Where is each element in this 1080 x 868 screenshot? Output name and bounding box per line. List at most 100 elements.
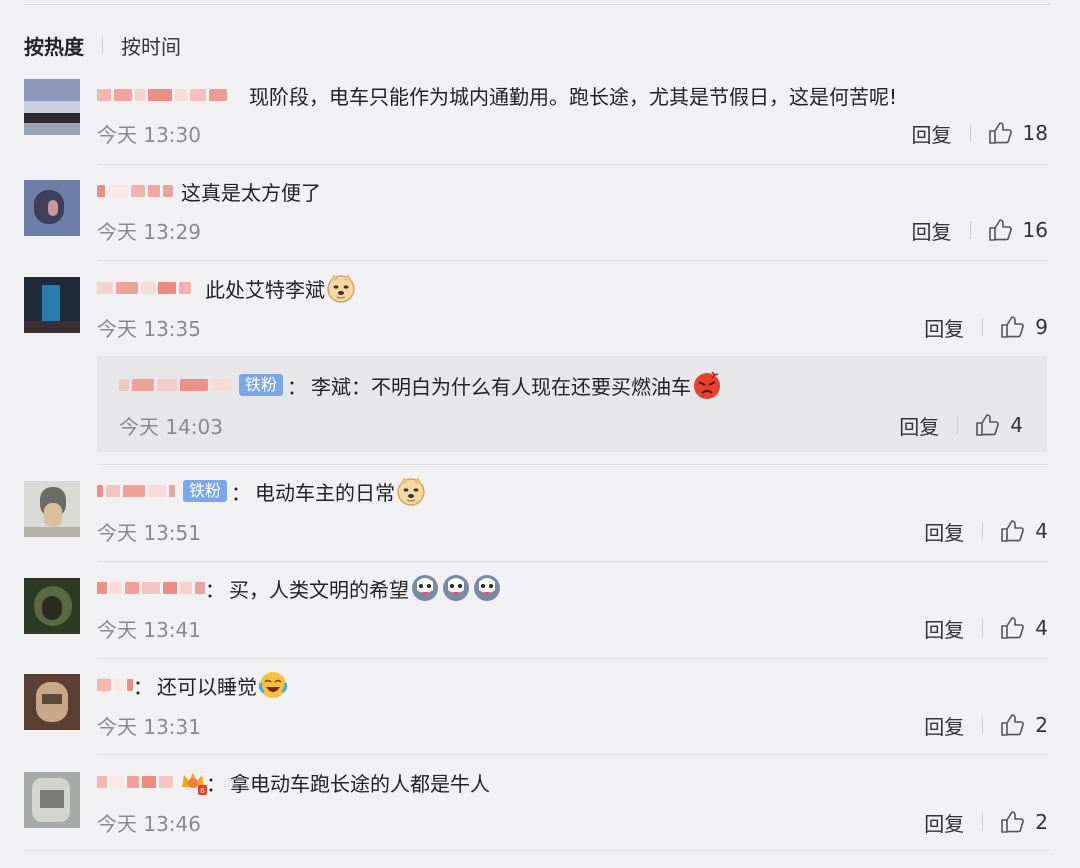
comment-meta: 今天 13:51 回复 4 [97, 516, 1048, 546]
avatar[interactable] [24, 79, 80, 135]
comment-time: 今天 13:46 [97, 811, 201, 836]
meta-separator [982, 522, 984, 540]
colon: ： [206, 771, 226, 796]
nested-reply: 铁粉 ： 李斌：不明白为什么有人现在还要买燃油车 今天 14:03 回复 4 [97, 356, 1047, 452]
like-button[interactable]: 4 [999, 518, 1048, 544]
comment-meta: 今天 13:31 回复 2 [97, 710, 1048, 740]
comment-meta: 今天 13:29 回复 16 [97, 215, 1048, 245]
like-button[interactable]: 4 [974, 412, 1023, 438]
thumbs-up-icon [987, 217, 1013, 243]
thumbs-up-icon [987, 120, 1013, 146]
laugh-cry-emoji-icon [258, 670, 288, 700]
reply-button[interactable]: 回复 [912, 119, 952, 148]
comment-header: 此处艾特李斌 [97, 273, 356, 303]
like-count: 2 [1035, 713, 1048, 737]
comment-text: 还可以睡觉 [157, 674, 257, 699]
sort-by-time-tab[interactable]: 按时间 [121, 31, 181, 60]
comment-text: 这真是太方便了 [181, 180, 321, 205]
reply-button[interactable]: 回复 [924, 614, 964, 643]
like-button[interactable]: 2 [999, 712, 1048, 738]
colon: ： [231, 480, 252, 505]
username-blurred[interactable] [97, 181, 173, 201]
doge-emoji-icon [396, 476, 426, 506]
thumbs-up-icon [999, 314, 1025, 340]
username-blurred[interactable] [97, 481, 175, 501]
meta-separator [957, 416, 959, 434]
username-blurred[interactable] [97, 772, 173, 792]
bottom-divider [24, 850, 1050, 851]
like-count: 2 [1035, 810, 1048, 834]
like-button[interactable]: 9 [999, 314, 1048, 340]
thumbs-up-icon [999, 615, 1025, 641]
username-blurred[interactable] [97, 85, 227, 105]
fan-badge[interactable]: 铁粉 [239, 374, 284, 396]
comment-header: ： 买，人类文明的希望 [97, 573, 502, 603]
username-blurred[interactable] [97, 675, 133, 695]
meta-separator [982, 716, 984, 734]
comment-time: 今天 13:35 [97, 316, 201, 341]
sort-bar: 按热度 按时间 [24, 30, 181, 60]
sort-separator [102, 37, 103, 53]
comment-time: 今天 13:41 [97, 617, 201, 642]
reply-button[interactable]: 回复 [924, 808, 964, 837]
username-blurred[interactable] [119, 375, 231, 395]
avatar[interactable] [24, 277, 80, 333]
avatar[interactable] [24, 578, 80, 634]
comment-divider [97, 464, 1048, 465]
comment-meta: 今天 13:46 回复 2 [97, 807, 1048, 837]
comment-divider [97, 164, 1048, 165]
comment-time: 今天 13:30 [97, 122, 201, 147]
reply-text: 李斌：不明白为什么有人现在还要买燃油车 [311, 374, 692, 399]
meta-separator [982, 318, 984, 336]
colon: ： [205, 577, 225, 602]
username-blurred[interactable] [97, 278, 191, 298]
comment-text: 现阶段，电车只能作为城内通勤用。跑长途，尤其是节假日，这是何苦呢! [249, 84, 898, 109]
avatar[interactable] [24, 481, 80, 537]
like-count: 4 [1035, 616, 1048, 640]
meta-separator [982, 813, 984, 831]
comment-divider [97, 561, 1048, 562]
meta-separator [969, 221, 971, 239]
comment-header: 现阶段，电车只能作为城内通勤用。跑长途，尤其是节假日，这是何苦呢! [97, 80, 897, 110]
doge-emoji-icon [326, 273, 356, 303]
sort-by-hot-tab[interactable]: 按热度 [24, 31, 84, 60]
avatar[interactable] [24, 772, 80, 828]
reply-meta: 今天 14:03 回复 4 [119, 410, 1023, 440]
colon: ： [287, 374, 308, 399]
comment-header: 铁粉 ： 电动车主的日常 [97, 476, 426, 506]
husky-emoji-icon [441, 573, 471, 603]
fan-badge[interactable]: 铁粉 [183, 480, 228, 502]
colon: ： [133, 674, 153, 699]
thumbs-up-icon [999, 712, 1025, 738]
reply-button[interactable]: 回复 [924, 313, 964, 342]
comment-meta: 今天 13:41 回复 4 [97, 613, 1048, 643]
like-button[interactable]: 18 [987, 120, 1048, 146]
reply-button[interactable]: 回复 [912, 216, 952, 245]
comment-meta: 今天 13:30 回复 18 [97, 118, 1048, 148]
comment-meta: 今天 13:35 回复 9 [97, 312, 1048, 342]
like-button[interactable]: 16 [987, 217, 1048, 243]
like-count: 4 [1035, 519, 1048, 543]
comment-text: 此处艾特李斌 [205, 277, 325, 302]
reply-button[interactable]: 回复 [924, 711, 964, 740]
like-count: 18 [1022, 121, 1048, 145]
like-count: 9 [1035, 315, 1048, 339]
avatar[interactable] [24, 674, 80, 730]
comment-time: 今天 13:31 [97, 714, 201, 739]
username-blurred[interactable] [97, 578, 205, 598]
comment-divider [97, 754, 1048, 755]
comment-text: 买，人类文明的希望 [229, 577, 409, 602]
comment-text: 电动车主的日常 [255, 480, 396, 505]
comment-header: 这真是太方便了 [97, 176, 321, 206]
reply-button[interactable]: 回复 [924, 517, 964, 546]
svg-text:6: 6 [200, 787, 205, 795]
reply-button[interactable]: 回复 [899, 411, 939, 440]
avatar[interactable] [24, 180, 80, 236]
like-button[interactable]: 2 [999, 809, 1048, 835]
comment-header: 6 ： 拿电动车跑长途的人都是牛人 [97, 767, 490, 797]
crown-badge-icon: 6 [178, 767, 207, 797]
like-button[interactable]: 4 [999, 615, 1048, 641]
thumbs-up-icon [999, 518, 1025, 544]
reply-header: 铁粉 ： 李斌：不明白为什么有人现在还要买燃油车 [119, 370, 722, 400]
meta-separator [982, 619, 984, 637]
